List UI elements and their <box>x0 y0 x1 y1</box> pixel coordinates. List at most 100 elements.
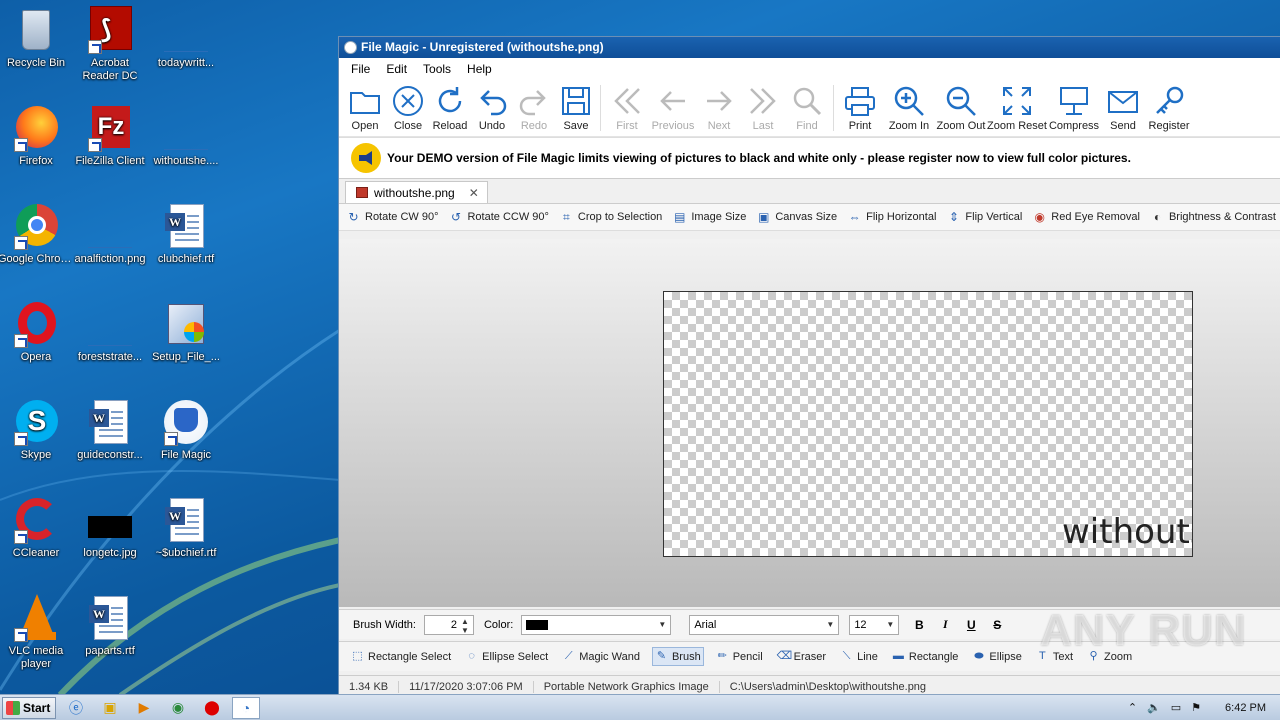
tool-canvas-size[interactable]: ▣ Canvas Size <box>757 210 837 224</box>
desktop-icon-8[interactable]: analfiction.png <box>72 202 148 266</box>
draw-tool-line[interactable]: ⟍ Line <box>838 648 880 665</box>
action-center-flag-icon[interactable]: ⚑ <box>1191 701 1201 714</box>
draw-tool-ellipse-select[interactable]: ◌ Ellipse Select <box>463 648 550 665</box>
tool-rotate-cw-90[interactable]: ↻ Rotate CW 90° <box>347 210 439 224</box>
toolbar-print-button[interactable]: Print <box>837 79 883 132</box>
tool-image-size[interactable]: ▤ Image Size <box>673 210 746 224</box>
tool-rotate-ccw-90[interactable]: ↺ Rotate CCW 90° <box>449 210 549 224</box>
toolbar-close-button[interactable]: Close <box>387 79 429 132</box>
desktop-icon-6[interactable]: withoutshe.... <box>148 104 224 168</box>
close-tab-icon[interactable]: ✕ <box>469 186 479 200</box>
tool-flip-vertical[interactable]: ⇕ Flip Vertical <box>947 210 1022 224</box>
underline-button[interactable]: U <box>961 618 981 632</box>
desktop-icon-10[interactable]: Opera <box>0 300 74 364</box>
desktop-icon-15[interactable]: File Magic <box>148 398 224 462</box>
file-magic-taskbar-icon[interactable]: ◔ <box>232 696 260 719</box>
desktop-icon-label: foreststrate... <box>77 351 143 363</box>
desktop-icon-16[interactable]: CCleaner <box>0 496 74 560</box>
title-bar[interactable]: File Magic - Unregistered (withoutshe.pn… <box>339 37 1280 58</box>
network-icon[interactable]: ▭ <box>1171 701 1181 714</box>
desktop-icon-5[interactable]: Fz FileZilla Client <box>72 104 148 168</box>
toolbar-zoom-out-button[interactable]: Zoom Out <box>935 79 987 132</box>
desktop-icon-18[interactable]: W ~$ubchief.rtf <box>148 496 224 560</box>
shortcut-arrow-icon <box>14 138 28 152</box>
menu-file[interactable]: File <box>343 62 378 76</box>
bold-button[interactable]: B <box>909 618 929 632</box>
opera-taskbar-icon[interactable]: ⬤ <box>198 697 226 719</box>
brush-width-spinner[interactable]: 2 ▲ ▼ <box>423 614 474 635</box>
draw-tool-magic-wand[interactable]: ⟋ Magic Wand <box>560 648 642 665</box>
menu-help[interactable]: Help <box>459 62 500 76</box>
toolbar-previous-button[interactable]: Previous <box>650 79 696 132</box>
toolbar-send-button[interactable]: Send <box>1101 79 1145 132</box>
brush-width-value: 2 <box>450 618 457 631</box>
desktop-icon-2[interactable]: ⟆ Acrobat Reader DC <box>72 6 148 83</box>
blank-file-icon <box>162 104 210 152</box>
menu-edit[interactable]: Edit <box>378 62 415 76</box>
desktop-icon-11[interactable]: foreststrate... <box>72 300 148 364</box>
clock[interactable]: 6:42 PM <box>1225 702 1266 714</box>
draw-tool-rectangle[interactable]: ▬ Rectangle <box>890 648 961 665</box>
volume-icon[interactable]: 🔈 <box>1147 701 1161 714</box>
image-preview[interactable]: withouts <box>663 291 1193 557</box>
font-select[interactable]: Arial ▼ <box>689 614 840 635</box>
tab-label: withoutshe.png <box>374 185 455 200</box>
toolbar-next-button[interactable]: Next <box>696 79 742 132</box>
font-size-select[interactable]: 12 ▼ <box>849 614 900 635</box>
desktop-icon-3[interactable]: todaywritt... <box>148 6 224 70</box>
tab-withoutshe[interactable]: withoutshe.png ✕ <box>345 181 488 203</box>
file-magic-app-icon <box>344 41 357 54</box>
tool-red-eye-removal[interactable]: ◉ Red Eye Removal <box>1033 210 1140 224</box>
toolbar-redo-button[interactable]: Redo <box>513 79 555 132</box>
media-player-icon[interactable]: ▶ <box>130 697 158 719</box>
rectangle-icon: ▬ <box>892 650 904 662</box>
word-doc-icon: W <box>86 594 134 642</box>
desktop-icon-20[interactable]: Wpaparts.rtf <box>72 594 148 658</box>
desktop-icon-4[interactable]: Firefox <box>0 104 74 168</box>
toolbar-undo-button[interactable]: Undo <box>471 79 513 132</box>
find-icon <box>793 87 822 116</box>
toolbar-zoom-reset-button[interactable]: Zoom Reset <box>987 79 1047 132</box>
draw-tool-ellipse[interactable]: ⬬ Ellipse <box>970 648 1023 665</box>
toolbar-zoom-in-button[interactable]: Zoom In <box>883 79 935 132</box>
desktop-icon-7[interactable]: Google Chrome <box>0 202 74 266</box>
previous-icon <box>660 91 685 111</box>
toolbar-find-button[interactable]: Find <box>784 79 830 132</box>
desktop-icon-label: Skype <box>20 449 52 461</box>
chrome-taskbar-icon[interactable]: ◉ <box>164 697 192 719</box>
toolbar-reload-button[interactable]: Reload <box>429 79 471 132</box>
draw-tool-eraser[interactable]: ⌫ Eraser <box>775 648 828 665</box>
toolbar-open-button[interactable]: Open <box>343 79 387 132</box>
shortcut-arrow-icon <box>14 236 28 250</box>
toolbar-first-button[interactable]: First <box>604 79 650 132</box>
tool-flip-horizontal[interactable]: ⇔ Flip Horizontal <box>848 210 937 224</box>
color-select[interactable]: ▼ <box>521 614 672 635</box>
desktop-icon-12[interactable]: Setup_File_... <box>148 300 224 364</box>
draw-tool-pencil[interactable]: ✏ Pencil <box>714 648 765 665</box>
draw-tool-rectangle-select[interactable]: ⬚ Rectangle Select <box>349 648 453 665</box>
strikethrough-button[interactable]: S <box>987 618 1007 632</box>
tool-crop-to-selection[interactable]: ⌗ Crop to Selection <box>560 210 662 224</box>
toolbar-button-label: Compress <box>1048 120 1100 132</box>
file-explorer-icon[interactable]: ▣ <box>96 697 124 719</box>
tool-label: Rotate CW 90° <box>365 211 439 223</box>
canvas-area[interactable]: withouts <box>339 239 1280 607</box>
spinner-arrows-icon[interactable]: ▲ ▼ <box>461 617 469 635</box>
toolbar-last-button[interactable]: Last <box>742 79 784 132</box>
desktop-icon-14[interactable]: Wguideconstr... <box>72 398 148 462</box>
start-button[interactable]: Start <box>2 696 56 719</box>
internet-explorer-icon[interactable]: ⓔ <box>62 697 90 719</box>
tool-brightness-contrast[interactable]: ◐ Brightness & Contrast <box>1151 210 1276 224</box>
tray-expand-icon[interactable]: ⌃ <box>1128 701 1137 714</box>
draw-tool-brush[interactable]: ✎ Brush <box>651 647 704 666</box>
desktop-icon-9[interactable]: Wclubchief.rtf <box>148 202 224 266</box>
toolbar-compress-button[interactable]: Compress <box>1047 79 1101 132</box>
desktop-icon-1[interactable]: Recycle Bin <box>0 6 74 70</box>
desktop-icon-19[interactable]: VLC media player <box>0 594 74 671</box>
menu-tools[interactable]: Tools <box>415 62 459 76</box>
toolbar-register-button[interactable]: Register <box>1145 79 1193 132</box>
toolbar-save-button[interactable]: Save <box>555 79 597 132</box>
desktop-icon-17[interactable]: longetc.jpg <box>72 496 148 560</box>
italic-button[interactable]: I <box>935 617 955 632</box>
desktop-icon-13[interactable]: S Skype <box>0 398 74 462</box>
